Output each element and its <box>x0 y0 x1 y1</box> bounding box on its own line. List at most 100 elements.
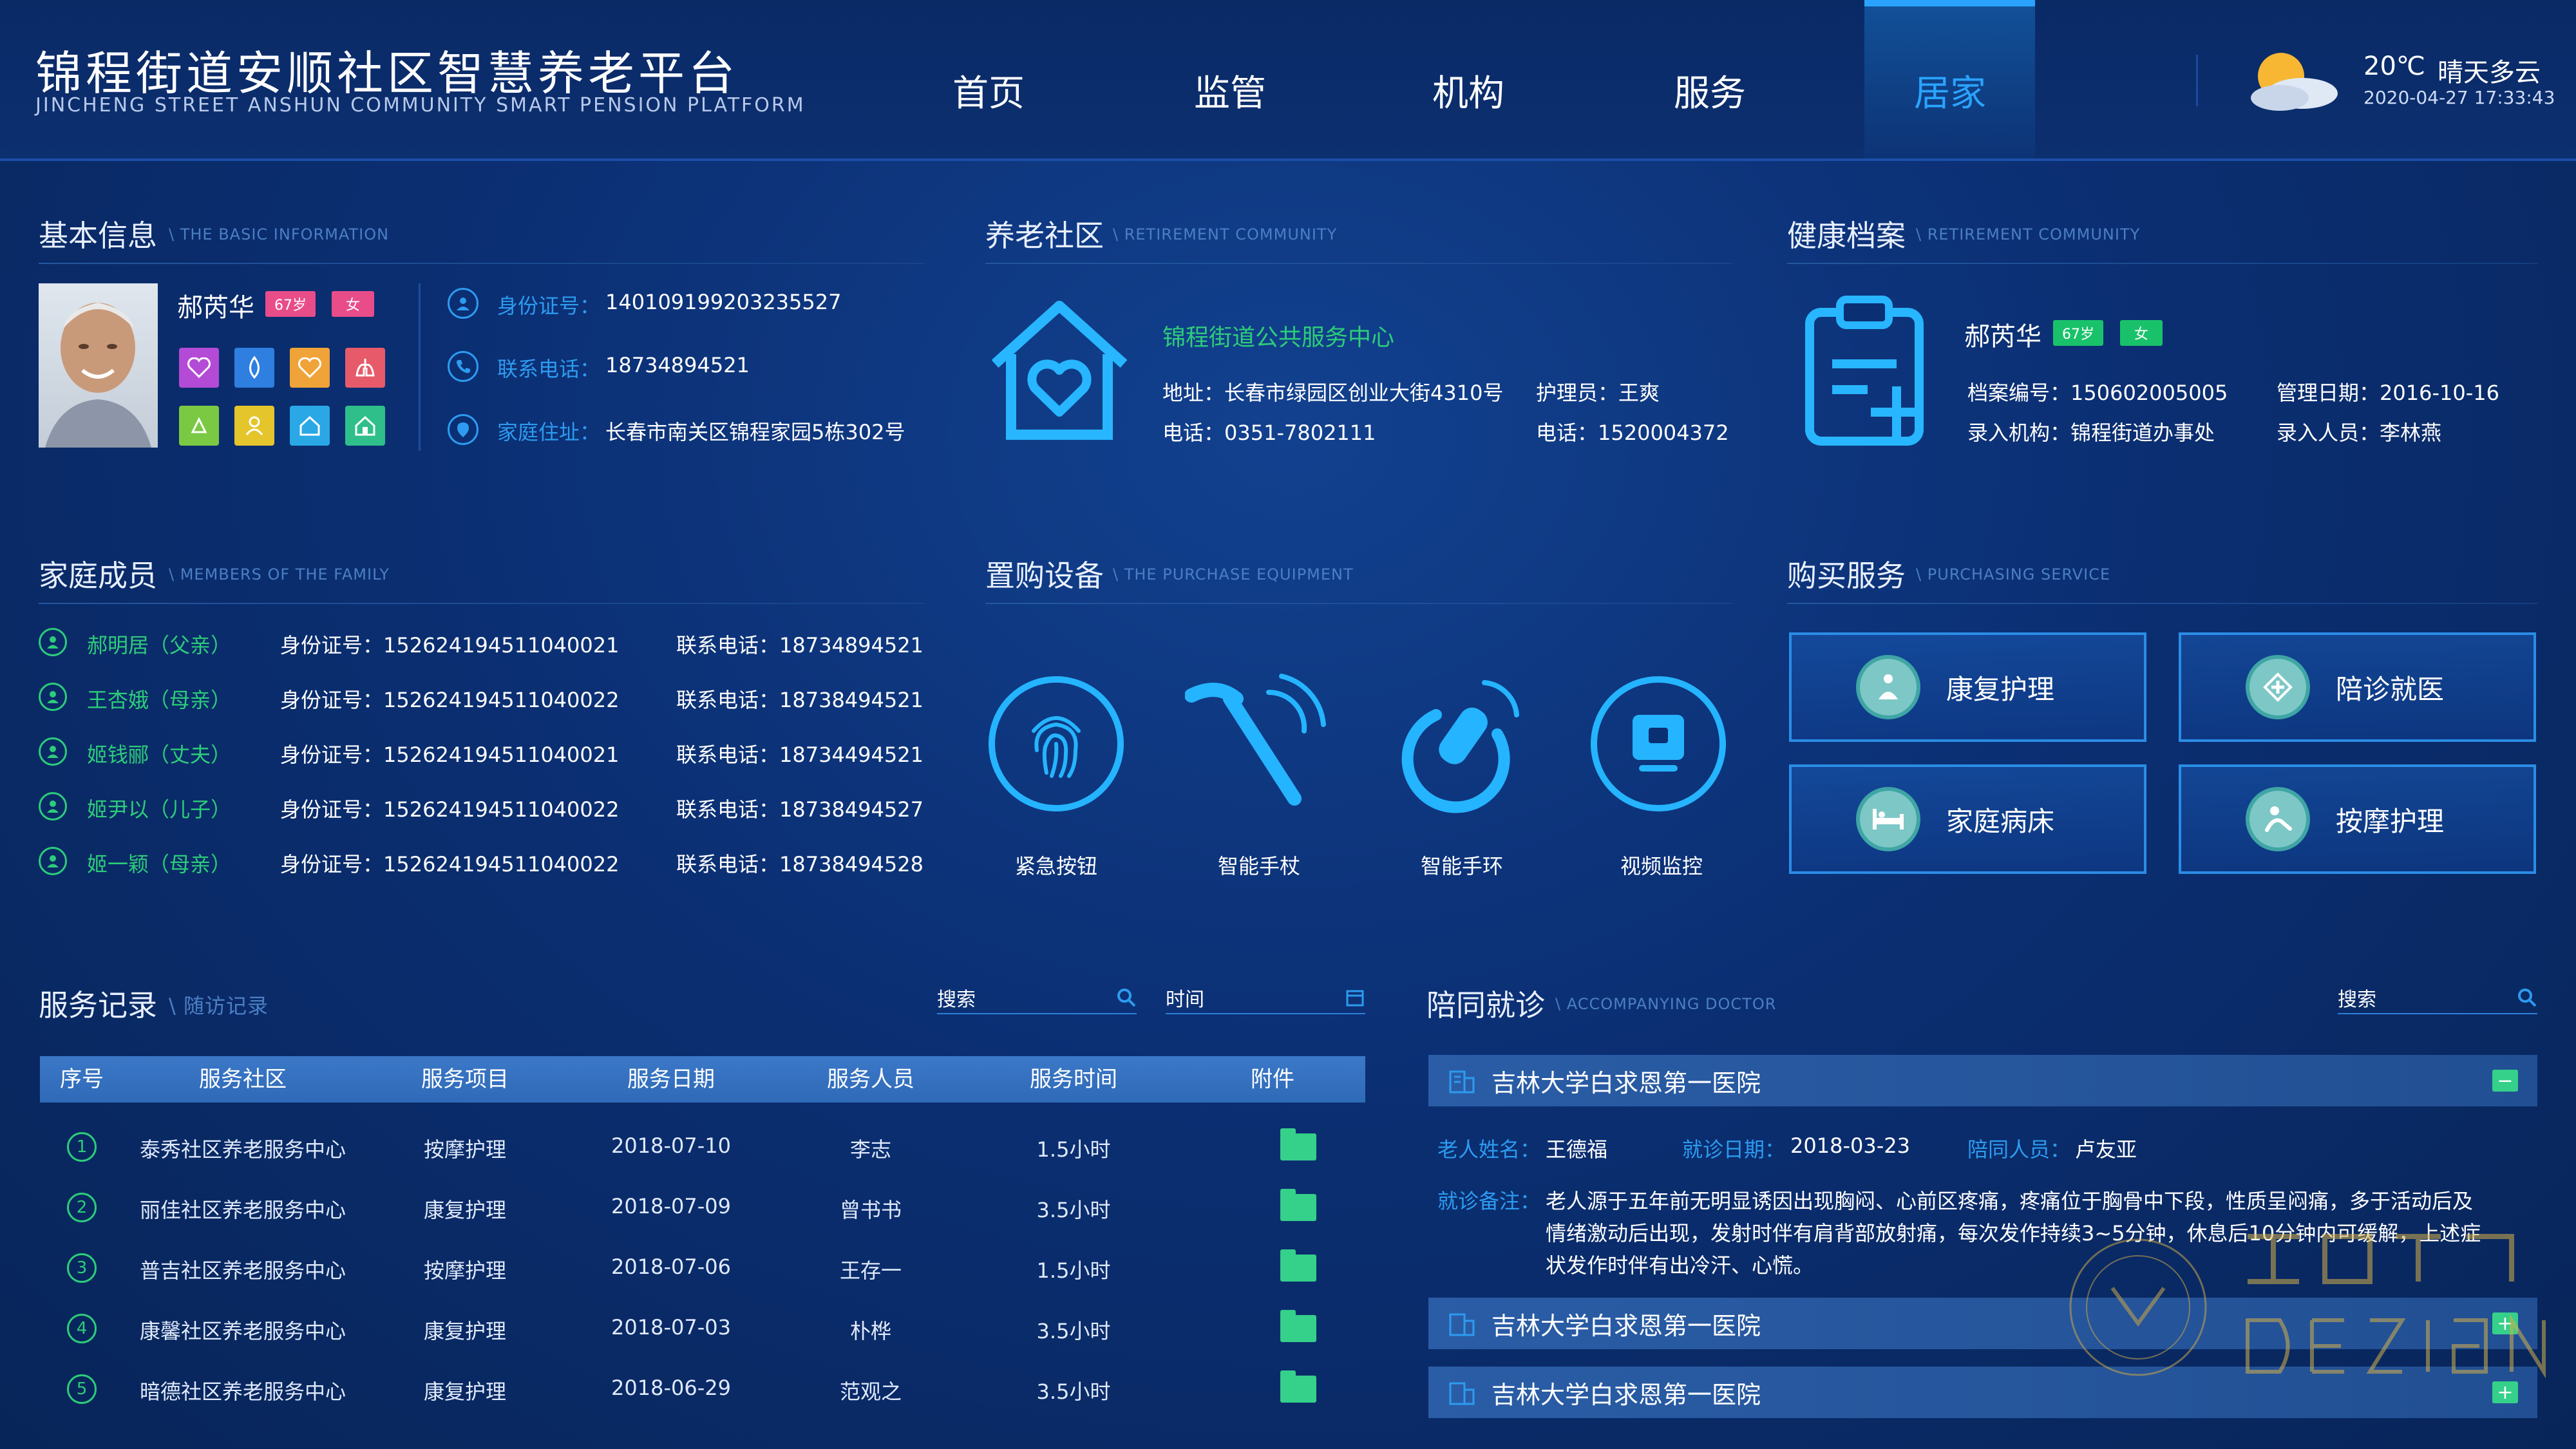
health-gender-badge: 女 <box>2120 320 2163 346</box>
recycle-icon[interactable] <box>179 406 219 446</box>
family-row: 姬一颖（母亲） 身份证号：152624194511040022 联系电话：187… <box>39 847 934 902</box>
row-staff: 李志 <box>849 1137 891 1162</box>
table-row[interactable]: 3 普吉社区养老服务中心 按摩护理 2018-07-06 王存一 1.5小时 <box>40 1249 1365 1319</box>
hospital-name: 吉林大学白求恩第一医院 <box>1492 1380 1761 1409</box>
row-service: 按摩护理 <box>423 1137 506 1162</box>
column-header: 服务社区 <box>199 1066 287 1092</box>
member-icon <box>39 628 67 656</box>
folder-icon[interactable] <box>1280 1249 1316 1282</box>
medical-icon <box>2246 655 2310 719</box>
row-community: 康馨社区养老服务中心 <box>139 1319 346 1343</box>
row-staff: 朴桦 <box>849 1319 891 1343</box>
member-name: 姬尹以（儿子） <box>87 797 232 822</box>
person-icon[interactable] <box>234 406 274 446</box>
companion-value: 卢友亚 <box>2075 1137 2137 1162</box>
row-community: 暗德社区养老服务中心 <box>139 1379 346 1404</box>
community-address: 地址：长春市绿园区创业大街4310号 <box>1162 381 1504 405</box>
row-number: 4 <box>67 1314 97 1343</box>
community-subtitle: \ RETIREMENT COMMUNITY <box>1113 225 1338 243</box>
nav-home-care[interactable]: 居家 <box>1853 64 2047 117</box>
section-divider <box>985 603 1732 604</box>
page-subtitle: JINCHENG STREET ANSHUN COMMUNITY SMART P… <box>35 94 806 117</box>
row-number: 2 <box>67 1193 97 1222</box>
bracelet-icon[interactable] <box>1388 670 1536 818</box>
health-elder-name: 郝芮华 <box>1964 322 2041 352</box>
escort-medical-button[interactable]: 陪诊就医 <box>2179 632 2536 742</box>
location-icon <box>448 414 478 445</box>
vertical-divider <box>419 283 421 451</box>
cane-icon[interactable] <box>1185 670 1333 818</box>
hospital-building-icon <box>1449 1313 1475 1336</box>
folder-icon[interactable] <box>1280 1128 1316 1160</box>
heart-tile-icon[interactable] <box>179 348 219 388</box>
row-number: 1 <box>67 1132 97 1162</box>
row-community: 丽佳社区养老服务中心 <box>139 1198 346 1222</box>
community-phone-2: 电话：1520004372 <box>1536 421 1729 445</box>
visit-date-value: 2018-03-23 <box>1790 1133 1910 1158</box>
id-card-icon <box>448 288 478 319</box>
row-service: 康复护理 <box>423 1198 506 1222</box>
nav-supervision[interactable]: 监管 <box>1133 64 1327 117</box>
age-badge: 67岁 <box>265 291 316 317</box>
row-duration: 3.5小时 <box>1036 1198 1111 1222</box>
family-title: 家庭成员 <box>39 558 157 593</box>
heart-check-icon[interactable] <box>290 348 330 388</box>
table-row[interactable]: 2 丽佳社区养老服务中心 康复护理 2018-07-09 曾书书 3.5小时 <box>40 1189 1365 1258</box>
folder-icon[interactable] <box>1280 1310 1316 1342</box>
visit-date-label: 就诊日期： <box>1682 1137 1786 1162</box>
watermark-logo <box>2069 1234 2546 1379</box>
sun-cloud-icon <box>2251 53 2338 111</box>
nav-service[interactable]: 服务 <box>1613 64 1806 117</box>
section-divider <box>1787 263 2537 264</box>
nav-home[interactable]: 首页 <box>892 64 1085 117</box>
table-row[interactable]: 4 康馨社区养老服务中心 康复护理 2018-07-03 朴桦 3.5小时 <box>40 1310 1365 1379</box>
rehab-care-button[interactable]: 康复护理 <box>1789 632 2146 742</box>
phone-icon <box>448 351 478 382</box>
gender-badge: 女 <box>332 291 375 317</box>
folder-icon[interactable] <box>1280 1370 1316 1403</box>
member-icon <box>39 847 67 875</box>
column-header: 服务人员 <box>827 1066 914 1092</box>
folder-icon[interactable] <box>1280 1189 1316 1221</box>
search-icon[interactable] <box>2517 987 2537 1008</box>
column-header: 附件 <box>1251 1066 1294 1092</box>
equipment-label: 智能手杖 <box>1217 854 1300 878</box>
table-row[interactable]: 1 泰秀社区养老服务中心 按摩护理 2018-07-10 李志 1.5小时 <box>40 1128 1365 1198</box>
member-icon <box>39 792 67 820</box>
equipment-subtitle: \ THE PURCHASE EQUIPMENT <box>1113 565 1354 583</box>
row-community: 泰秀社区养老服务中心 <box>139 1137 346 1162</box>
member-phone: 联系电话：18734494521 <box>676 743 923 767</box>
fingerprint-icon[interactable] <box>989 676 1124 811</box>
records-subtitle: \ 随访记录 <box>169 994 269 1018</box>
basic-info-title: 基本信息 <box>39 218 157 253</box>
member-icon <box>39 737 67 766</box>
calendar-icon[interactable] <box>1345 987 1365 1008</box>
house-icon[interactable] <box>345 406 385 446</box>
collapse-icon[interactable]: − <box>2492 1070 2518 1092</box>
member-name: 王杏娥（母亲） <box>87 688 232 712</box>
hospital-row-expanded[interactable]: 吉林大学白求恩第一医院 − <box>1428 1055 2537 1106</box>
lungs-icon[interactable] <box>345 348 385 388</box>
records-search-input[interactable]: 搜索 <box>937 982 1137 1014</box>
member-id: 身份证号：152624194511040022 <box>280 852 620 876</box>
nav-institution[interactable]: 机构 <box>1372 64 1565 117</box>
massage-care-button[interactable]: 按摩护理 <box>2179 764 2536 874</box>
elder-name-label: 老人姓名： <box>1437 1137 1541 1162</box>
home-bed-button[interactable]: 家庭病床 <box>1789 764 2146 874</box>
companion-label: 陪同人员： <box>1967 1137 2071 1162</box>
escort-search-input[interactable]: 搜索 <box>2338 982 2537 1014</box>
id-label: 身份证号： <box>497 294 601 318</box>
weather-temperature: 20℃ <box>2363 52 2425 81</box>
search-icon[interactable] <box>1116 987 1137 1008</box>
equipment-label: 视频监控 <box>1620 854 1703 878</box>
home-icon[interactable] <box>290 406 330 446</box>
records-table-header: 序号 服务社区 服务项目 服务日期 服务人员 服务时间 附件 <box>40 1056 1365 1103</box>
row-staff: 王存一 <box>839 1258 902 1283</box>
water-drop-icon[interactable] <box>234 348 274 388</box>
table-row[interactable]: 5 暗德社区养老服务中心 康复护理 2018-06-29 范观之 3.5小时 <box>40 1370 1365 1440</box>
family-subtitle: \ MEMBERS OF THE FAMILY <box>169 565 390 583</box>
row-duration: 3.5小时 <box>1036 1379 1111 1404</box>
monitor-icon[interactable] <box>1591 676 1726 811</box>
elder-name-value: 王德福 <box>1546 1137 1608 1162</box>
records-time-input[interactable]: 时间 <box>1166 982 1365 1014</box>
